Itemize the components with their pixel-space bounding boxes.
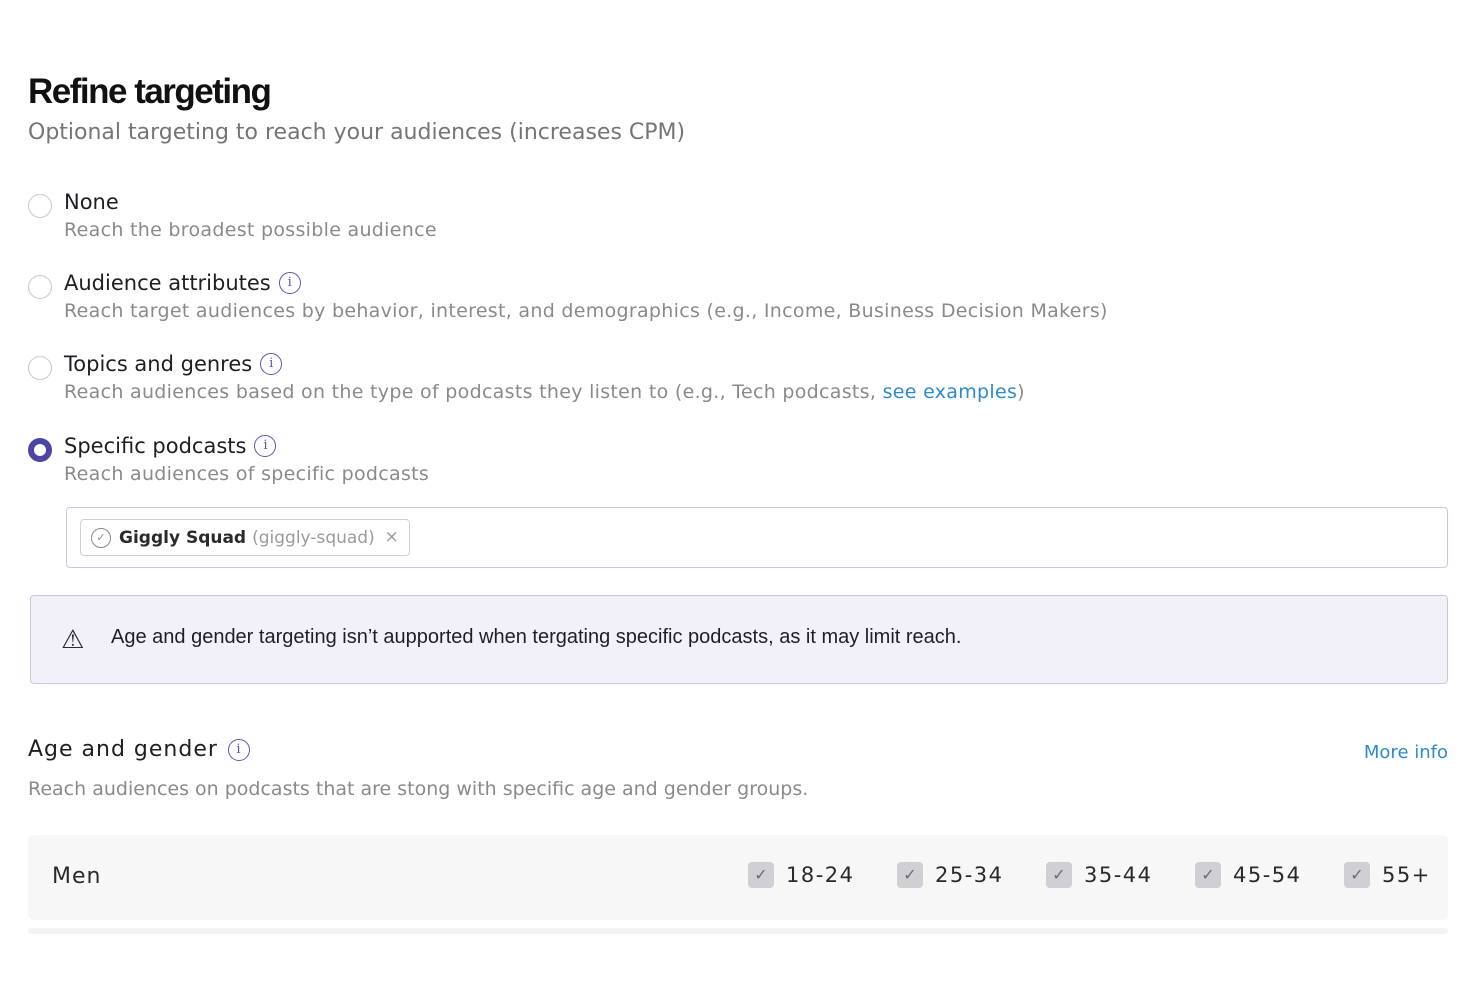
radio-none[interactable] [28,194,52,218]
podcast-search-input[interactable]: ✓ Giggly Squad (giggly-squad) × [66,507,1448,568]
option-none[interactable]: None Reach the broadest possible audienc… [28,190,1328,250]
checkbox-checked-icon[interactable]: ✓ [1046,862,1072,888]
checkbox-checked-icon[interactable]: ✓ [897,862,923,888]
option-topics-genres[interactable]: Topics and genres i Reach audiences base… [28,352,1328,412]
age-checkbox-55-plus[interactable]: ✓ 55+ [1344,862,1431,888]
podcast-chip[interactable]: ✓ Giggly Squad (giggly-squad) × [80,519,410,556]
page-title: Refine targeting [28,72,272,111]
option-label: Topics and genres [64,352,253,376]
option-description: Reach the broadest possible audience [64,219,437,241]
age-gender-title: Age and gender i [28,737,250,762]
option-description: Reach audiences based on the type of pod… [64,381,1025,403]
option-audience-attributes[interactable]: Audience attributes i Reach target audie… [28,271,1328,331]
checkbox-checked-icon[interactable]: ✓ [1344,862,1370,888]
alert-text: Age and gender targeting isn’t aupported… [111,626,962,648]
chip-slug: (giggly-squad) [252,527,375,548]
check-circle-icon: ✓ [91,528,111,548]
option-label: None [64,190,119,214]
age-checkbox-35-44[interactable]: ✓ 35-44 [1046,862,1153,888]
radio-specific-podcasts[interactable] [28,438,52,462]
see-examples-link[interactable]: see examples [883,381,1018,403]
info-icon[interactable]: i [227,738,250,761]
radio-topics-genres[interactable] [28,356,52,380]
demographic-row-men: Men ✓ 18-24 ✓ 25-34 ✓ 35-44 ✓ 45-54 ✓ 55… [28,835,1448,920]
more-info-link[interactable]: More info [1364,742,1448,763]
option-description: Reach audiences of specific podcasts [64,463,430,485]
option-description: Reach target audiences by behavior, inte… [64,300,1108,322]
age-checkbox-45-54[interactable]: ✓ 45-54 [1195,862,1302,888]
page-subtitle: Optional targeting to reach your audienc… [28,120,686,145]
row-divider [28,928,1448,934]
option-label: Audience attributes [64,271,271,295]
refine-targeting-panel: Refine targeting Optional targeting to r… [28,0,1448,987]
option-specific-podcasts[interactable]: Specific podcasts i Reach audiences of s… [28,434,1328,494]
checkbox-checked-icon[interactable]: ✓ [1195,862,1221,888]
info-icon[interactable]: i [260,353,283,375]
age-gender-description: Reach audiences on podcasts that are sto… [28,778,809,800]
close-icon[interactable]: × [384,527,398,547]
option-label: Specific podcasts [64,434,247,458]
warning-alert: ⚠ Age and gender targeting isn’t aupport… [30,595,1448,684]
warning-triangle-icon: ⚠ [61,625,85,655]
info-icon[interactable]: i [254,435,277,457]
checkbox-checked-icon[interactable]: ✓ [748,862,774,888]
radio-audience-attributes[interactable] [28,275,52,299]
age-checkbox-18-24[interactable]: ✓ 18-24 [748,862,855,888]
chip-name: Giggly Squad [119,527,247,548]
age-checkbox-25-34[interactable]: ✓ 25-34 [897,862,1004,888]
info-icon[interactable]: i [278,272,301,294]
row-label: Men [52,864,102,889]
